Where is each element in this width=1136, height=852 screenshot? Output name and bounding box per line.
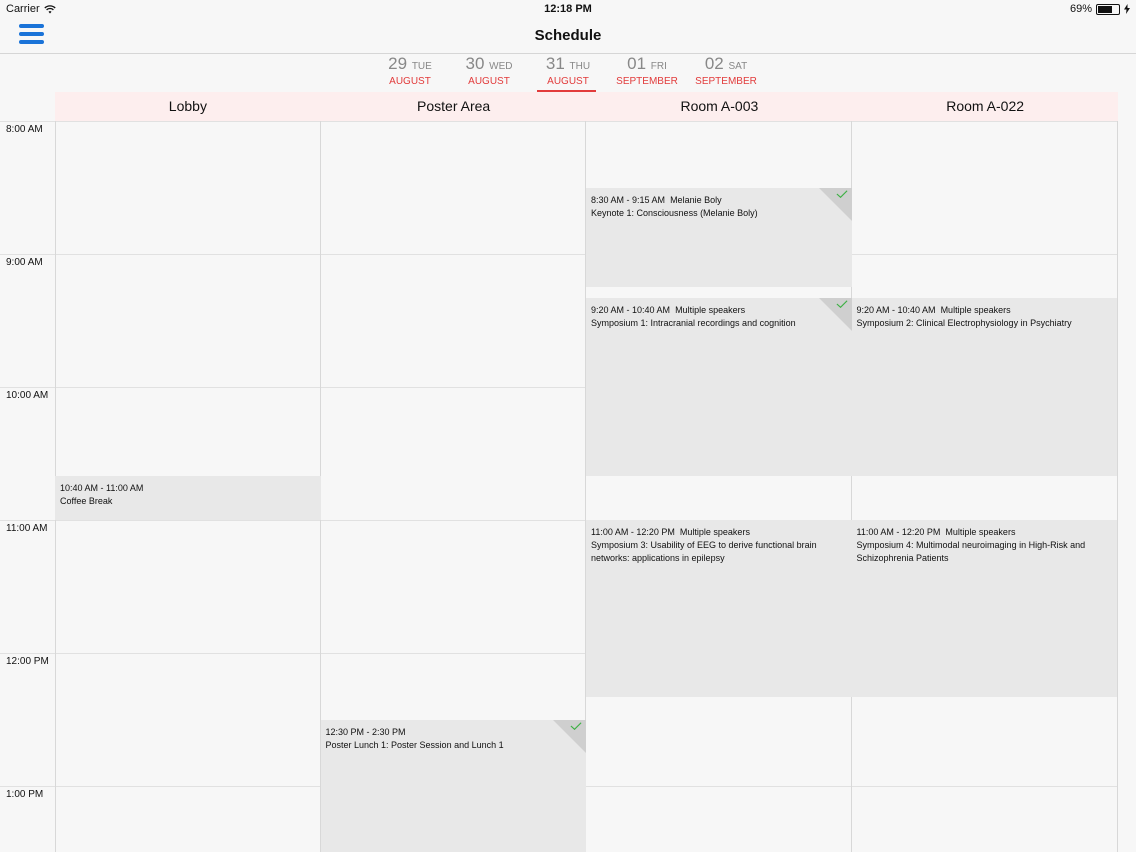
- date-tab-30[interactable]: 30 WED AUGUST: [450, 54, 529, 90]
- event-time: 9:20 AM - 10:40 AM: [856, 305, 936, 316]
- date-month: SEPTEMBER: [695, 76, 757, 87]
- event-title: Poster Lunch 1: Poster Session and Lunch…: [325, 739, 504, 750]
- checkmark-icon: [836, 189, 848, 198]
- date-tab-01[interactable]: 01 FRI SEPTEMBER: [608, 54, 687, 90]
- date-tab-02[interactable]: 02 SAT SEPTEMBER: [687, 54, 766, 90]
- date-weekday: FRI: [650, 61, 667, 72]
- date-day: 02 SAT: [687, 55, 766, 76]
- event-time: 12:30 PM - 2:30 PM: [325, 726, 406, 737]
- nav-bar: Schedule: [0, 18, 1136, 54]
- event-speaker: Multiple speakers: [945, 527, 1016, 537]
- date-number: 01: [627, 54, 647, 73]
- room-header-row: Lobby Poster Area Room A-003 Room A-022: [55, 92, 1118, 121]
- date-weekday: TUE: [411, 61, 432, 72]
- event-time: 10:40 AM - 11:00 AM: [60, 482, 144, 493]
- date-month: SEPTEMBER: [616, 76, 678, 87]
- event-title: Symposium 4: Multimodal neuroimaging in …: [856, 540, 1086, 563]
- event-time-line: 11:00 AM - 12:20 PM Multiple speakers: [591, 526, 847, 539]
- event-block[interactable]: 12:30 PM - 2:30 PM Poster Lunch 1: Poste…: [320, 719, 586, 852]
- date-number: 02: [704, 54, 724, 73]
- event-time-line: 9:20 AM - 10:40 AM Multiple speakers: [857, 304, 1113, 317]
- event-title: Symposium 2: Clinical Electrophysiology …: [856, 318, 1072, 329]
- status-right: 69%: [1070, 3, 1130, 15]
- date-month: AUGUST: [468, 76, 510, 87]
- room-header: Room A-022: [946, 98, 1025, 114]
- event-time-line: 11:00 AM - 12:20 PM Multiple speakers: [857, 526, 1113, 539]
- status-time: 12:18 PM: [544, 3, 592, 15]
- event-block[interactable]: 9:20 AM - 10:40 AM Multiple speakers Symp…: [586, 298, 852, 476]
- event-block[interactable]: 11:00 AM - 12:20 PM Multiple speakers Sym…: [586, 520, 852, 698]
- checkmark-icon: [570, 721, 582, 730]
- event-block[interactable]: 8:30 AM - 9:15 AM Melanie Boly Keynote 1:…: [586, 187, 852, 288]
- date-day: 29 TUE: [371, 55, 450, 76]
- event-title: Coffee Break: [60, 495, 113, 506]
- page-title: Schedule: [534, 27, 602, 44]
- event-time-line: 8:30 AM - 9:15 AM Melanie Boly: [591, 194, 847, 207]
- date-tab-31[interactable]: 31 THU AUGUST: [529, 54, 608, 92]
- battery-percent: 69%: [1069, 3, 1092, 15]
- event-speaker: Multiple speakers: [679, 527, 750, 537]
- event-time: 8:30 AM - 9:15 AM: [591, 194, 666, 205]
- date-day: 01 FRI: [608, 55, 687, 76]
- hour-gridline: [0, 254, 1118, 255]
- event-time-line: 10:40 AM - 11:00 AM: [60, 482, 316, 495]
- hour-label: 1:00 PM: [6, 789, 44, 800]
- event-block[interactable]: 11:00 AM - 12:20 PM Multiple speakers Sym…: [851, 520, 1117, 698]
- room-header: Room A-003: [680, 98, 759, 114]
- date-number: 29: [388, 54, 408, 73]
- date-weekday: SAT: [728, 61, 748, 72]
- event-time-line: 9:20 AM - 10:40 AM Multiple speakers: [591, 304, 847, 317]
- column-divider: [1117, 121, 1118, 852]
- date-selector: 29 TUE AUGUST 30 WED AUGUST 31 THU AUGUST 01 F…: [0, 54, 1136, 92]
- event-time-line: 12:30 PM - 2:30 PM: [326, 726, 582, 739]
- event-speaker: Multiple speakers: [940, 305, 1011, 316]
- event-speaker: Multiple speakers: [675, 305, 746, 316]
- event-block[interactable]: 9:20 AM - 10:40 AM Multiple speakers Symp…: [851, 298, 1117, 476]
- date-weekday: WED: [489, 61, 513, 72]
- hour-gridline: [0, 121, 1118, 122]
- hour-label: 10:00 AM: [6, 390, 49, 401]
- room-header: Lobby: [168, 98, 207, 114]
- event-block[interactable]: 10:40 AM - 11:00 AM Coffee Break: [55, 475, 321, 520]
- event-title: Symposium 3: Usability of EEG to derive …: [591, 540, 817, 563]
- hour-label: 8:00 AM: [6, 124, 43, 135]
- hour-label: 12:00 PM: [6, 656, 49, 667]
- hour-label: 9:00 AM: [6, 257, 43, 268]
- date-month: AUGUST: [389, 76, 431, 87]
- event-time: 11:00 AM - 12:20 PM: [856, 527, 941, 537]
- date-tab-29[interactable]: 29 TUE AUGUST: [371, 54, 450, 90]
- checkmark-icon: [836, 300, 848, 309]
- schedule-grid[interactable]: 8:00 AM 9:00 AM 10:00 AM 11:00 AM 12:00 PM 1:…: [0, 121, 1136, 852]
- date-month: AUGUST: [547, 76, 589, 87]
- date-day: 30 WED: [450, 55, 529, 76]
- date-number: 30: [465, 54, 485, 73]
- charging-icon: [1124, 4, 1130, 14]
- status-bar: Carrier 12:18 PM 69%: [0, 0, 1136, 18]
- date-weekday: THU: [569, 61, 591, 72]
- hour-label: 11:00 AM: [6, 523, 48, 534]
- event-time: 9:20 AM - 10:40 AM: [591, 305, 671, 316]
- date-number: 31: [545, 54, 565, 73]
- event-title: Symposium 1: Intracranial recordings and…: [591, 318, 796, 329]
- date-day: 31 THU: [529, 55, 608, 76]
- event-title: Keynote 1: Consciousness (Melanie Boly): [591, 207, 758, 218]
- event-speaker: Melanie Boly: [670, 194, 722, 205]
- event-time: 11:00 AM - 12:20 PM: [591, 527, 675, 537]
- battery-icon: [1096, 3, 1120, 15]
- room-header: Poster Area: [417, 98, 491, 114]
